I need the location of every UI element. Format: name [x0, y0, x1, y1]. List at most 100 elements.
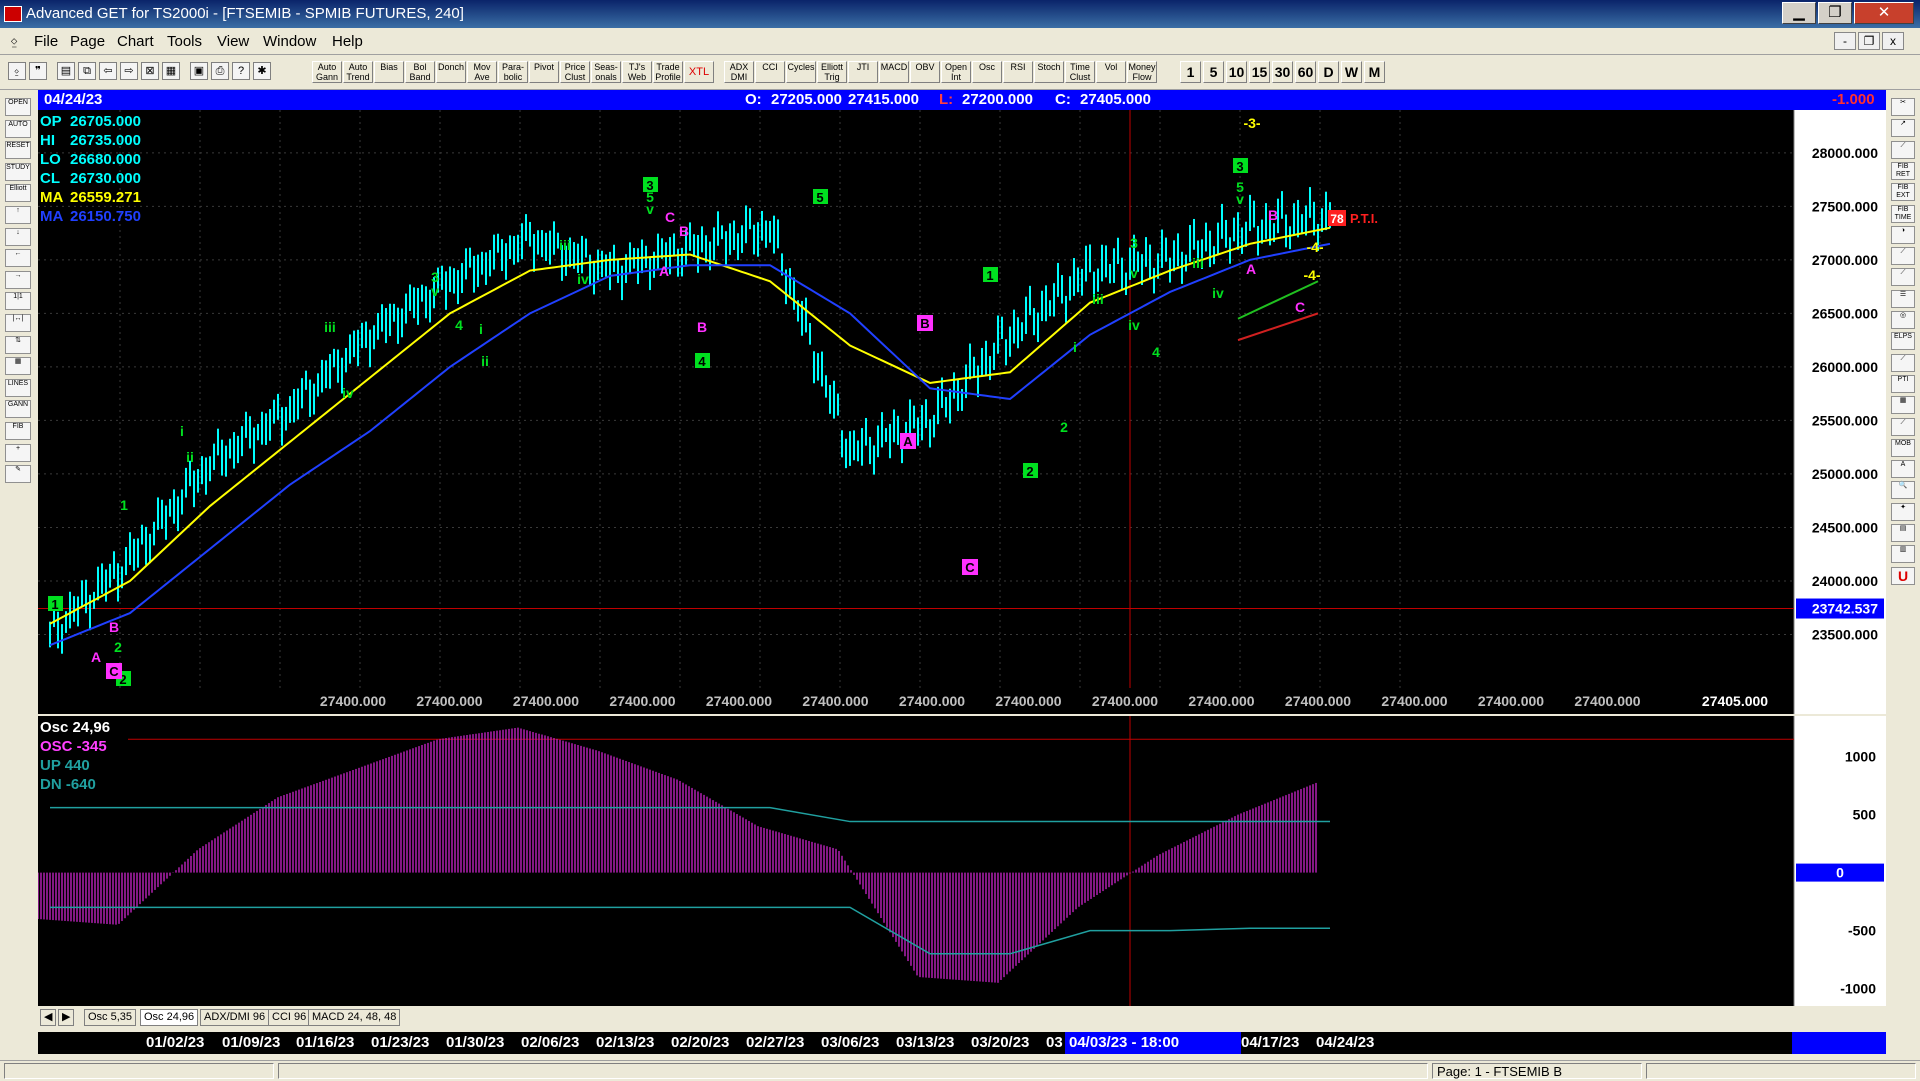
timeframe-button[interactable]: 5	[1203, 61, 1224, 83]
left-tool-button[interactable]: →	[5, 270, 31, 289]
right-tool-button[interactable]: PTI	[1891, 374, 1915, 393]
left-tool-button[interactable]: ↓	[5, 227, 31, 246]
timeframe-button[interactable]: M	[1364, 61, 1385, 83]
right-tool-button[interactable]: ⟋	[1891, 268, 1915, 287]
study-button[interactable]: Pivot	[529, 61, 559, 83]
tab-macd[interactable]: MACD 24, 48, 48	[308, 1009, 401, 1026]
study-button[interactable]: Mov Ave	[467, 61, 497, 83]
timeframe-button[interactable]: 30	[1272, 61, 1293, 83]
left-tool-button[interactable]: AUTO	[5, 119, 31, 138]
menu-file[interactable]: File	[34, 33, 58, 50]
right-tool-button[interactable]: ◎	[1891, 311, 1915, 329]
study-button[interactable]: Seas-onals	[591, 61, 621, 83]
right-tool-button[interactable]: ✦	[1891, 502, 1915, 521]
left-tool-button[interactable]: ⇅	[5, 335, 31, 354]
tab-scroll-right[interactable]: ▶	[58, 1009, 74, 1026]
left-tool-button[interactable]: OPEN	[5, 98, 31, 116]
close-chart-icon[interactable]: ⊠	[141, 62, 159, 80]
close-button[interactable]: ✕	[1854, 2, 1914, 24]
right-tool-button[interactable]: FIB TIME	[1891, 204, 1915, 223]
left-tool-button[interactable]: ▦	[5, 357, 31, 376]
study-button[interactable]: XTL	[684, 61, 714, 83]
tab-cci[interactable]: CCI 96	[268, 1009, 311, 1026]
timeframe-button[interactable]: 15	[1249, 61, 1270, 83]
left-tool-button[interactable]: ✎	[5, 465, 31, 484]
study-button[interactable]: Open Int	[941, 61, 971, 83]
forward-icon[interactable]: ⇨	[120, 62, 138, 80]
study-button[interactable]: Para-bolic	[498, 61, 528, 83]
study-button[interactable]: Money Flow	[1127, 61, 1157, 83]
tab-osc-24-96[interactable]: Osc 24,96	[140, 1009, 199, 1026]
menu-page[interactable]: Page	[70, 33, 105, 50]
menu-tools[interactable]: Tools	[167, 33, 202, 50]
mdi-restore-button[interactable]: ❐	[1858, 32, 1880, 50]
pointer-icon[interactable]: ⍚	[8, 62, 26, 80]
maximize-button[interactable]: ❐	[1818, 2, 1852, 24]
left-tool-button[interactable]: |↔|	[5, 314, 31, 332]
right-tool-button[interactable]: ⟋	[1891, 140, 1915, 159]
right-tool-button[interactable]: ✂	[1891, 98, 1915, 116]
tab-scroll-left[interactable]: ◀	[40, 1009, 56, 1026]
study-button[interactable]: Auto Trend	[343, 61, 373, 83]
oscillator-chart[interactable]: 1000 500 0 -500 -1000 Osc 24,96 OSC -345 UP 440…	[38, 716, 1886, 1006]
study-button[interactable]: Auto Gann	[312, 61, 342, 83]
right-tool-button[interactable]: ◑	[1891, 225, 1915, 244]
left-tool-button[interactable]: STUDY	[5, 162, 31, 181]
left-tool-button[interactable]: LINES	[5, 378, 31, 397]
right-tool-button[interactable]: ⟋	[1891, 417, 1915, 436]
right-tool-button[interactable]: ⟋	[1891, 353, 1915, 372]
menu-help[interactable]: Help	[332, 33, 363, 50]
right-tool-button[interactable]: ELPS	[1891, 332, 1915, 351]
minimize-button[interactable]: ▁	[1782, 2, 1816, 24]
timeframe-button[interactable]: W	[1341, 61, 1362, 83]
timeframe-button[interactable]: 60	[1295, 61, 1316, 83]
mdi-close-button[interactable]: x	[1882, 32, 1904, 50]
page-icon[interactable]: ▤	[57, 62, 75, 80]
right-tool-button[interactable]: A	[1891, 460, 1915, 479]
study-button[interactable]: MACD	[879, 61, 909, 83]
study-button[interactable]: Cycles	[786, 61, 816, 83]
study-button[interactable]: OBV	[910, 61, 940, 83]
right-tool-button[interactable]: 🔍	[1891, 481, 1915, 500]
menu-view[interactable]: View	[217, 33, 249, 50]
quote-icon[interactable]: ❞	[29, 62, 47, 80]
study-button[interactable]: Vol	[1096, 61, 1126, 83]
layout-icon[interactable]: ▣	[190, 62, 208, 80]
menu-window[interactable]: Window	[263, 33, 316, 50]
study-button[interactable]: Time Clust	[1065, 61, 1095, 83]
right-tool-button[interactable]: ☰	[1891, 289, 1915, 308]
right-tool-button[interactable]: ▤	[1891, 524, 1915, 542]
study-button[interactable]: TJ's Web	[622, 61, 652, 83]
study-button[interactable]: CCI	[755, 61, 785, 83]
study-button[interactable]: Trade Profile	[653, 61, 683, 83]
right-tool-button[interactable]: FIB RET	[1891, 161, 1915, 180]
help-icon[interactable]: ?	[232, 62, 250, 80]
left-tool-button[interactable]: ↑	[5, 206, 31, 224]
left-tool-button[interactable]: 1|1	[5, 292, 31, 311]
left-tool-button[interactable]: FIB	[5, 422, 31, 440]
study-button[interactable]: RSI	[1003, 61, 1033, 83]
study-button[interactable]: ADX DMI	[724, 61, 754, 83]
right-tool-button[interactable]: FIB EXT	[1891, 183, 1915, 202]
back-icon[interactable]: ⇦	[99, 62, 117, 80]
right-tool-button[interactable]: MOB	[1891, 438, 1915, 457]
right-tool-button[interactable]: ⟋	[1891, 247, 1915, 266]
right-tool-button[interactable]: ↗	[1891, 119, 1915, 138]
mdi-minimize-button[interactable]: -	[1834, 32, 1856, 50]
grid-icon[interactable]: ▦	[162, 62, 180, 80]
menu-chart[interactable]: Chart	[117, 33, 154, 50]
timeframe-button[interactable]: 10	[1226, 61, 1247, 83]
timeframe-button[interactable]: D	[1318, 61, 1339, 83]
study-button[interactable]: Bol Band	[405, 61, 435, 83]
right-tool-button[interactable]: U	[1891, 566, 1915, 585]
print-icon[interactable]: ⎙	[211, 62, 229, 80]
study-button[interactable]: JTI	[848, 61, 878, 83]
whatsthis-icon[interactable]: ✱	[253, 62, 271, 80]
left-tool-button[interactable]: GANN	[5, 400, 31, 419]
right-tool-button[interactable]: ▦	[1891, 396, 1915, 415]
price-chart[interactable]: 28000.000 27500.000 27000.000 26500.000 2600…	[38, 110, 1886, 714]
tab-osc-5-35[interactable]: Osc 5,35	[84, 1009, 137, 1026]
study-button[interactable]: Bias	[374, 61, 404, 83]
study-button[interactable]: Stoch	[1034, 61, 1064, 83]
left-tool-button[interactable]: ←	[5, 249, 31, 268]
